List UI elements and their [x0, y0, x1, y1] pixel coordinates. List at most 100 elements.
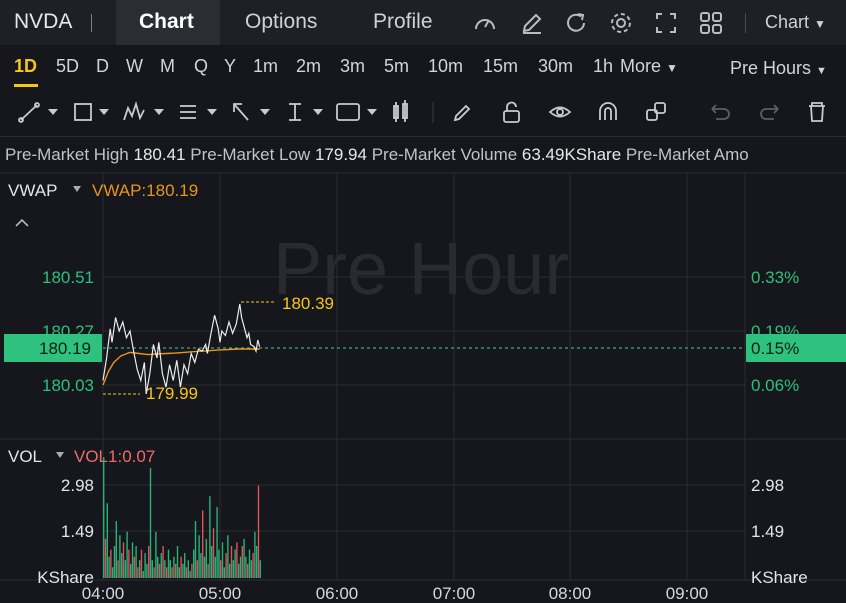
- volume-bar: [121, 553, 123, 578]
- refresh-icon[interactable]: [563, 10, 589, 36]
- text-tool-icon[interactable]: [336, 103, 360, 121]
- volume-indicator-name[interactable]: VOL: [8, 447, 42, 466]
- vol-value: VOL1:0.07: [74, 447, 155, 466]
- volume-bar: [171, 567, 173, 578]
- period-1h[interactable]: 1h: [593, 56, 613, 77]
- volume-bar: [108, 556, 110, 578]
- chevron-down-icon[interactable]: [260, 109, 270, 115]
- chevron-down-icon[interactable]: [154, 109, 164, 115]
- volume-bar: [139, 560, 141, 578]
- volume-bar: [203, 556, 206, 578]
- volume-bar: [144, 553, 146, 578]
- fib-tool-icon[interactable]: [180, 105, 196, 119]
- trash-icon[interactable]: [809, 102, 825, 122]
- volume-bar: [130, 563, 132, 578]
- period-d[interactable]: D: [96, 56, 109, 77]
- settings-gear-icon[interactable]: [608, 10, 634, 36]
- eye-icon[interactable]: [548, 106, 572, 118]
- volume-bar: [148, 546, 150, 578]
- period-15m[interactable]: 15m: [483, 56, 518, 77]
- magnet-icon[interactable]: [599, 102, 617, 120]
- volume-bar: [250, 560, 252, 578]
- volume-bar: [112, 567, 114, 578]
- ticker-symbol[interactable]: NVDA: [14, 10, 72, 34]
- volume-bar: [162, 546, 164, 578]
- collapse-chevron-up-icon[interactable]: [15, 218, 29, 227]
- volume-bar: [205, 538, 207, 578]
- time-tick: 09:00: [666, 584, 709, 603]
- more-periods-dropdown[interactable]: More ▼: [620, 56, 678, 77]
- caret-down-icon: ▼: [816, 65, 827, 77]
- chevron-down-icon[interactable]: [48, 109, 58, 115]
- price-chart[interactable]: Pre Hour VWAP VWAP:180.19 180.51 180.27 …: [0, 170, 846, 603]
- fullscreen-icon[interactable]: [653, 10, 679, 36]
- volume-bar: [175, 563, 177, 578]
- vol-left-tick: 1.49: [61, 522, 94, 541]
- chevron-down-icon[interactable]: [367, 109, 377, 115]
- vol-right-tick: 1.49: [751, 522, 784, 541]
- trend-line-icon[interactable]: [18, 102, 40, 123]
- chevron-down-icon[interactable]: [99, 109, 109, 115]
- volume-bar: [243, 538, 245, 578]
- pencil-icon[interactable]: [453, 104, 471, 122]
- volume-bar: [211, 546, 213, 578]
- period-q[interactable]: Q: [194, 56, 208, 77]
- period-w[interactable]: W: [126, 56, 143, 77]
- period-30m[interactable]: 30m: [538, 56, 573, 77]
- info-label: Pre-Market High: [5, 145, 129, 164]
- volume-bar: [176, 546, 179, 578]
- premarket-info-strip: Pre-Market High 180.41 Pre-Market Low 17…: [5, 145, 749, 165]
- copy-layers-icon[interactable]: [646, 102, 666, 121]
- rectangle-tool-icon[interactable]: [74, 103, 92, 121]
- volume-bar: [196, 560, 198, 578]
- period-10m[interactable]: 10m: [428, 56, 463, 77]
- measure-tool-icon[interactable]: [289, 103, 301, 121]
- time-tick: 05:00: [199, 584, 242, 603]
- layout-grid-icon[interactable]: [698, 10, 724, 36]
- right-tick: 0.33%: [751, 268, 799, 287]
- info-value: 63.49KShare: [521, 145, 622, 164]
- unlock-icon[interactable]: [503, 101, 520, 123]
- volume-bar: [142, 570, 144, 578]
- session-dropdown[interactable]: Pre Hours ▼: [730, 58, 827, 79]
- candle-tool-icon[interactable]: [393, 100, 408, 122]
- nav-divider: [745, 13, 746, 33]
- volume-bar: [158, 563, 161, 578]
- pattern-tool-icon[interactable]: [123, 100, 145, 121]
- undo-icon[interactable]: [711, 104, 730, 120]
- chart-type-select[interactable]: Chart ▼: [765, 12, 826, 33]
- info-value: 179.94: [314, 145, 367, 164]
- volume-bar: [137, 567, 139, 578]
- volume-bar: [122, 542, 125, 578]
- caret-down-icon[interactable]: [56, 452, 64, 458]
- tab-profile[interactable]: Profile: [373, 10, 433, 34]
- volume-bar: [209, 496, 211, 578]
- period-3m[interactable]: 3m: [340, 56, 365, 77]
- chevron-down-icon[interactable]: [313, 109, 323, 115]
- price-indicator-name[interactable]: VWAP: [8, 181, 57, 200]
- period-y[interactable]: Y: [224, 56, 236, 77]
- period-2m[interactable]: 2m: [296, 56, 321, 77]
- ticker-divider: [91, 14, 92, 32]
- period-m[interactable]: M: [160, 56, 175, 77]
- caret-down-icon[interactable]: [73, 186, 81, 192]
- volume-bar: [173, 556, 175, 578]
- period-5d[interactable]: 5D: [56, 56, 79, 77]
- volume-bar: [126, 531, 128, 578]
- tab-chart[interactable]: Chart: [139, 10, 194, 34]
- period-1m[interactable]: 1m: [253, 56, 278, 77]
- volume-bar: [117, 560, 119, 578]
- arrow-tool-icon[interactable]: [233, 103, 249, 121]
- volume-bar: [220, 560, 222, 578]
- period-5m[interactable]: 5m: [384, 56, 409, 77]
- volume-bar: [160, 553, 162, 578]
- volume-bar: [234, 549, 236, 578]
- edit-icon[interactable]: [519, 10, 545, 36]
- vol-left-tick: 2.98: [61, 476, 94, 495]
- volume-bar: [106, 503, 108, 578]
- period-1d[interactable]: 1D: [14, 56, 37, 77]
- redo-icon[interactable]: [760, 104, 779, 120]
- gauge-icon[interactable]: [472, 10, 498, 36]
- tab-options[interactable]: Options: [245, 10, 317, 34]
- chevron-down-icon[interactable]: [207, 109, 217, 115]
